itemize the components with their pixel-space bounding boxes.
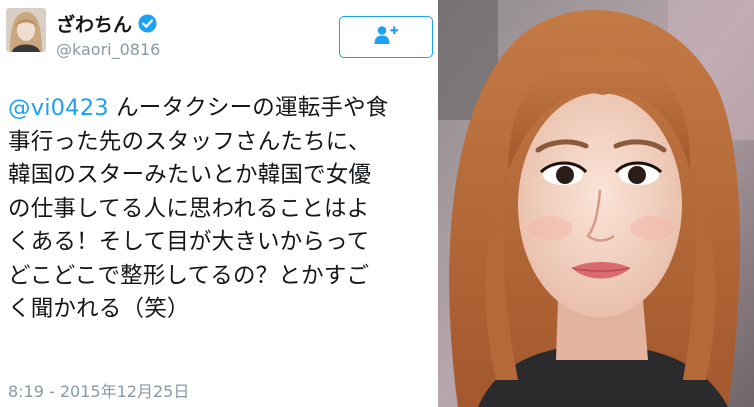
tweet-line: の仕事してる人に思われることはよ [8,195,370,222]
tweet-card: ざわちん @kaori_0816 @vi0423 んータクシーの運転手や食 事行… [0,0,436,407]
user-handle[interactable]: @kaori_0816 [56,40,160,59]
display-name[interactable]: ざわちん [56,10,157,37]
add-user-icon [373,25,399,49]
tweet-line: 事行った先のスタッフさんたちに、 [8,128,371,155]
verified-badge-icon [138,14,157,33]
tweet-line: く聞かれる（笑） [8,296,190,322]
follow-button[interactable] [339,16,433,58]
portrait-photo [438,0,754,407]
tweet-line: @vi0423 んータクシーの運転手や食 [8,92,434,126]
tweet-line: 韓国のスターみたいとか韓国で女優 [8,162,372,188]
display-name-text: ざわちん [56,14,133,36]
tweet-text: @vi0423 んータクシーの運転手や食 事行った先のスタッフさんたちに、 韓国… [8,92,434,327]
tweet-line: くある！そして目が大きいからって [8,229,370,255]
tweet-line: どこどこで整形してるの？とかすご [8,262,370,289]
tweet-line-text: んータクシーの運転手や食 [116,95,389,121]
avatar[interactable] [6,8,46,52]
tweet-timestamp[interactable]: 8:19 - 2015年12月25日 [8,378,189,402]
mention-link[interactable]: @vi0423 [8,95,109,121]
